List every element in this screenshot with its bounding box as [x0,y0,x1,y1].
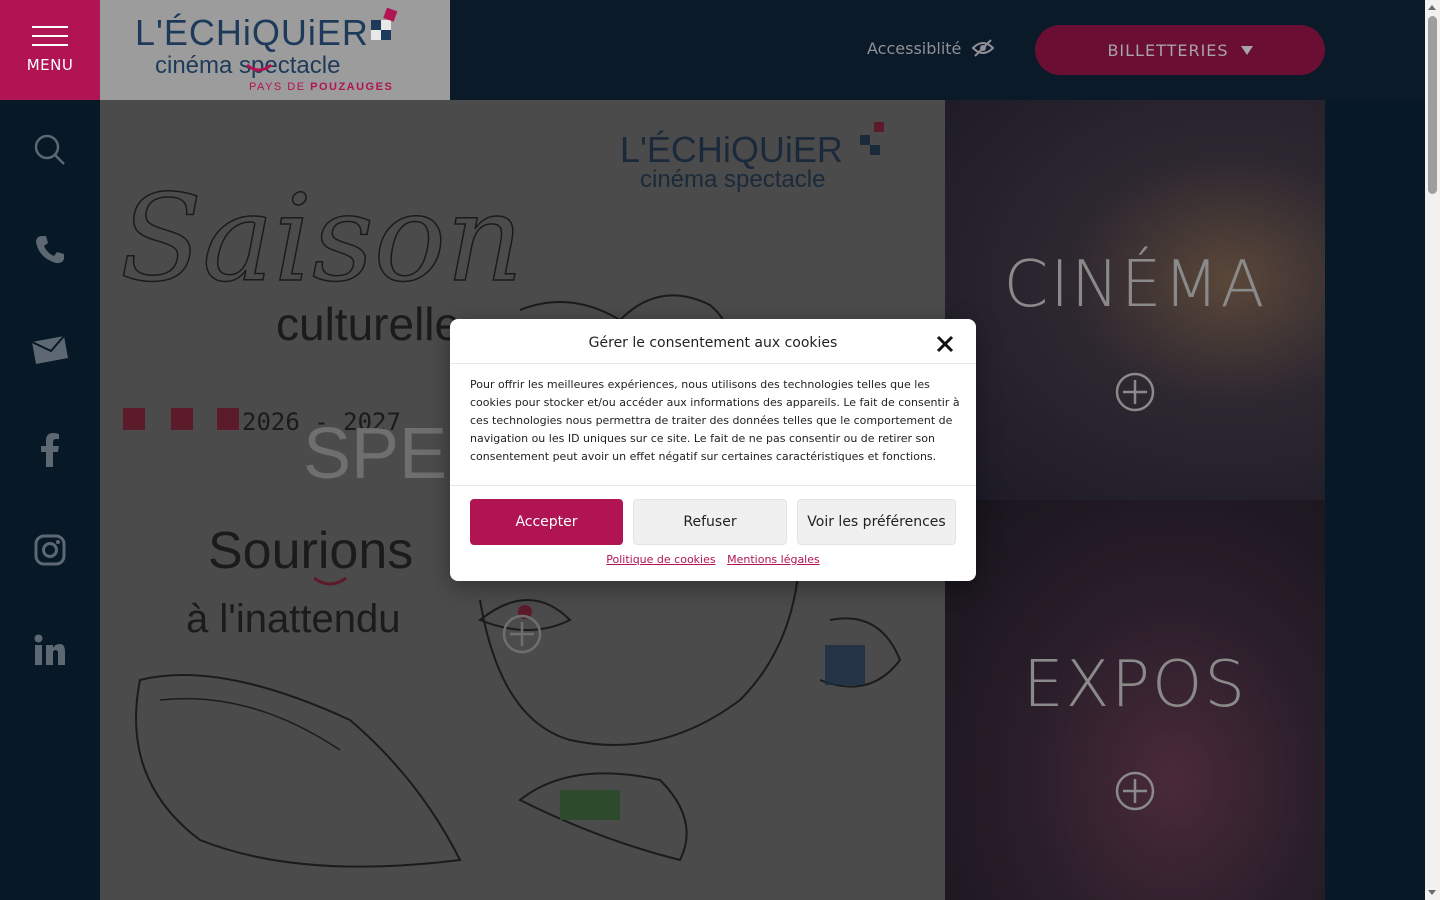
poster-slogan1: Sourions [208,522,413,580]
cinema-tile[interactable]: CINÉMA [945,100,1325,500]
scroll-down-arrow-icon[interactable] [1428,890,1436,895]
phone-button[interactable] [0,200,100,300]
poster-slogan2: à l'inattendu [186,597,400,641]
hamburger-icon [32,26,68,46]
legal-notice-link[interactable]: Mentions légales [727,553,820,566]
right-margin [1325,100,1425,900]
social-rail [0,100,100,900]
linkedin-icon [34,634,65,665]
search-button[interactable] [0,100,100,200]
cinema-title: CINÉMA [1003,248,1267,322]
cookie-consent-dialog: Gérer le consentement aux cookies Pour o… [450,319,976,581]
menu-button[interactable]: MENU [0,0,100,100]
svg-text:PAYS DE POUZAUGES: PAYS DE POUZAUGES [249,81,393,93]
echiquier-logo: L'ÉCHiQUiER cinéma spectacle PAYS DE POU… [135,7,398,93]
accept-button[interactable]: Accepter [470,499,623,545]
cookie-policy-link[interactable]: Politique de cookies [606,553,715,566]
page-scrollbar[interactable] [1425,0,1440,900]
site-logo[interactable]: L'ÉCHiQUiER cinéma spectacle PAYS DE POU… [100,0,450,100]
accessibility-link[interactable]: Accessiblité [867,38,995,58]
mail-button[interactable] [0,300,100,400]
instagram-link[interactable] [0,500,100,600]
eye-hidden-icon [971,39,995,57]
caret-down-icon [1240,45,1253,55]
menu-label: MENU [26,56,74,74]
expos-more-icon[interactable] [1115,771,1155,811]
expos-tile[interactable]: EXPOS [945,500,1325,900]
cookie-dialog-title: Gérer le consentement aux cookies [588,335,838,351]
mail-icon [31,335,68,364]
divider [450,363,976,364]
poster-culturelle: culturelle [276,298,460,350]
preferences-button[interactable]: Voir les préférences [797,499,956,545]
scroll-up-arrow-icon[interactable] [1428,5,1436,10]
logo-line1: L'ÉCHiQUiER [135,12,369,53]
logo-line3a: PAYS DE [249,81,310,93]
cookie-links: Politique de cookies Mentions légales [450,553,976,566]
header-bar: Accessiblité BILLETTERIES [450,0,1425,100]
scrollbar-thumb[interactable] [1428,16,1437,194]
cinema-more-icon[interactable] [1115,372,1155,412]
billetteries-dropdown[interactable]: BILLETTERIES [1035,25,1325,75]
close-icon[interactable] [934,333,956,355]
instagram-icon [34,534,66,566]
cookie-dialog-text: Pour offrir les meilleures expériences, … [470,378,960,463]
refuse-button[interactable]: Refuser [633,499,787,545]
phone-icon [36,236,64,264]
facebook-link[interactable] [0,400,100,500]
poster-saison: Saison [120,170,523,309]
search-icon [34,134,65,165]
poster-logo-line1: L'ÉCHiQUiER [620,129,843,170]
divider [450,485,976,486]
expos-title: EXPOS [1023,648,1247,722]
poster-more-icon[interactable] [502,614,542,654]
billetteries-label: BILLETTERIES [1107,40,1229,60]
facebook-icon [41,433,59,467]
logo-line3b: POUZAUGES [310,81,393,93]
poster-logo-line2: cinéma spectacle [640,166,825,193]
poster-spectacle-label: SPE [303,414,447,494]
linkedin-link[interactable] [0,600,100,700]
accessibility-label: Accessiblité [867,38,962,58]
